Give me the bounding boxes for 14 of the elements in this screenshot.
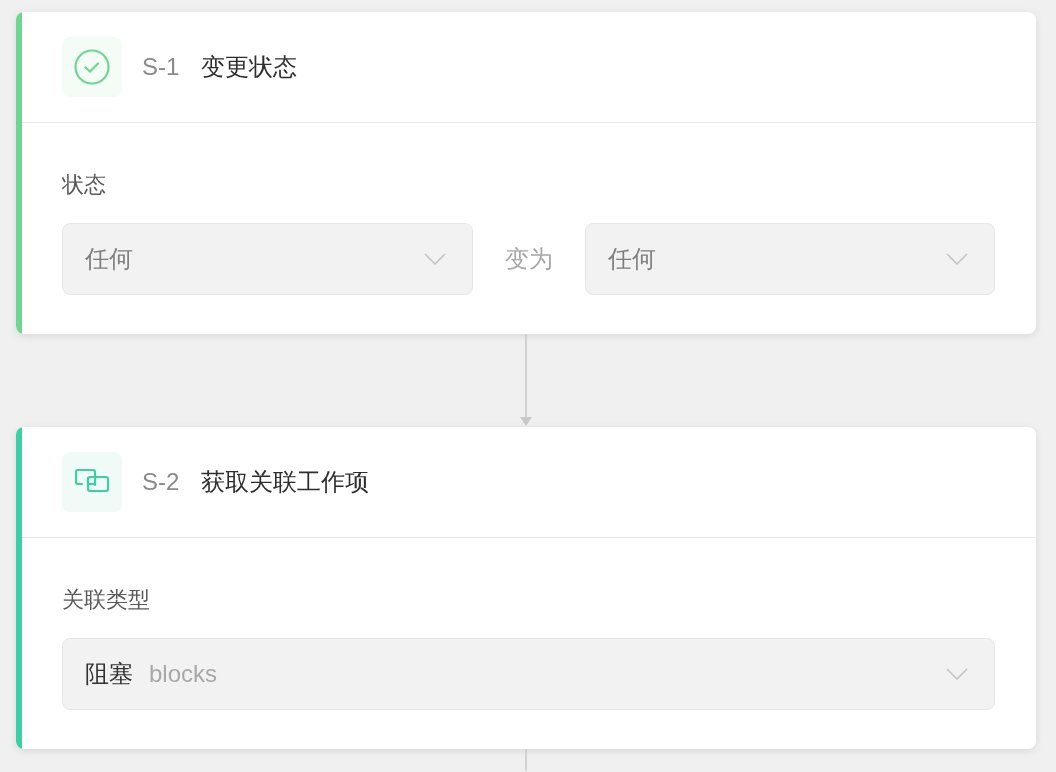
step-code: S-1 [142,52,180,82]
linked-squares-icon [62,452,122,512]
chevron-down-icon [423,253,446,265]
chevron-down-icon [946,668,968,680]
field-label: 状态 [62,171,107,199]
chevron-down-icon [946,253,968,265]
step-title: 变更状态 [201,52,298,82]
step-title: 获取关联工作项 [201,467,370,497]
step-code: S-2 [142,467,180,497]
select-field[interactable]: 任何 [584,223,995,295]
select-field[interactable]: 阻塞 blocks [62,638,995,710]
separator-label: 变为 [504,244,553,274]
select-field[interactable]: 任何 [62,223,473,295]
field-label: 关联类型 [62,586,151,614]
